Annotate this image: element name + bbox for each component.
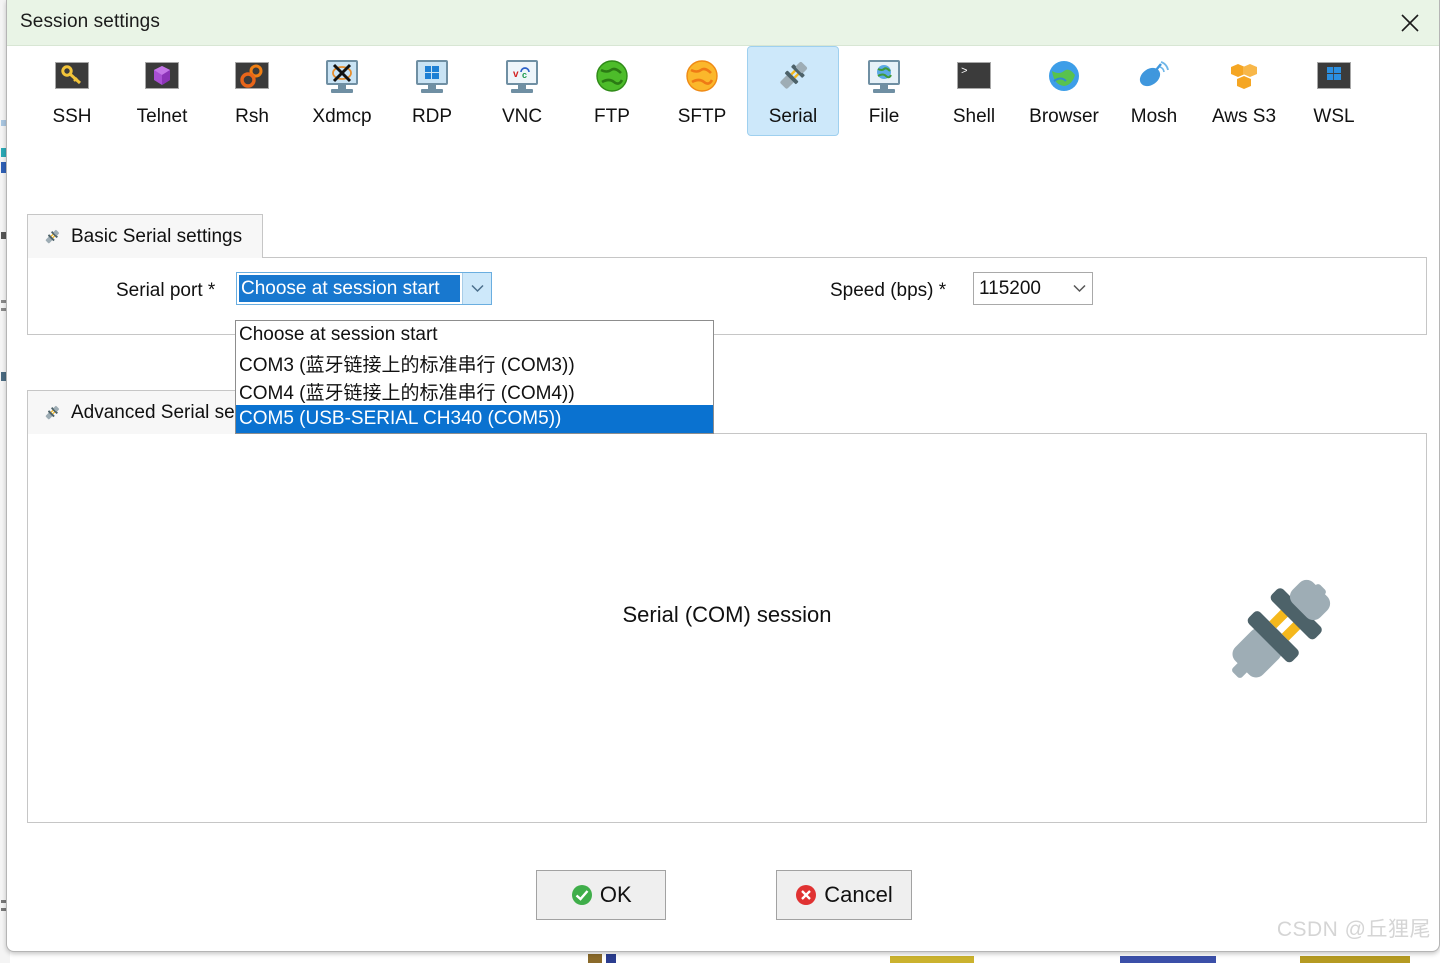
- host-bottom-fleck: [1120, 956, 1216, 963]
- mosh-dish-icon: [1134, 56, 1174, 96]
- ftp-globe-icon: [592, 56, 632, 96]
- ok-label: OK: [599, 882, 632, 907]
- session-type-wsl[interactable]: WSL: [1289, 46, 1379, 136]
- session-type-label: Mosh: [1130, 106, 1178, 127]
- session-type-label: SSH: [52, 106, 92, 127]
- cancel-label: Cancel: [824, 882, 893, 907]
- session-type-rdp[interactable]: RDP: [387, 46, 477, 136]
- dropdown-option[interactable]: Choose at session start: [236, 321, 713, 349]
- aws-s3-cubes-icon: [1224, 56, 1264, 96]
- dropdown-option[interactable]: COM3 (蓝牙链接上的标准串行 (COM3)): [236, 349, 713, 377]
- ok-button[interactable]: OK: [536, 870, 667, 920]
- serial-plug-illustration: [1214, 566, 1344, 696]
- telnet-cube-icon: [142, 56, 182, 96]
- session-type-label: Shell: [952, 106, 996, 127]
- rsh-gears-icon: [232, 56, 272, 96]
- advanced-settings-body: Serial (COM) session: [27, 433, 1427, 823]
- session-type-label: WSL: [1313, 106, 1355, 127]
- session-type-label: FTP: [594, 106, 630, 127]
- serial-plug-icon: [773, 56, 813, 96]
- session-type-aws-s3[interactable]: Aws S3: [1199, 46, 1289, 136]
- file-monitor-icon: [864, 56, 904, 96]
- session-type-label: VNC: [501, 106, 543, 127]
- plug-icon: [45, 229, 60, 243]
- session-type-label: Rsh: [235, 106, 269, 127]
- browser-globe-icon: [1044, 56, 1084, 96]
- session-type-toolbar: SSH Telnet Rsh Xdmcp RDP v c VNC FTP SFT…: [7, 46, 1439, 168]
- session-type-serial[interactable]: Serial: [747, 46, 839, 136]
- svg-text:>: >: [961, 66, 968, 78]
- session-type-label: Serial: [768, 106, 818, 127]
- svg-text:c: c: [522, 70, 527, 80]
- session-type-label: SFTP: [677, 106, 727, 127]
- dialog-button-row: OK Cancel: [7, 870, 1439, 920]
- host-bottom-fleck: [606, 954, 616, 963]
- speed-select[interactable]: 115200: [973, 272, 1093, 305]
- session-type-label: File: [868, 106, 900, 127]
- tab-basic-serial-settings[interactable]: Basic Serial settings: [27, 214, 264, 258]
- host-bottom-fleck: [890, 956, 974, 963]
- shell-terminal-icon: >: [954, 56, 994, 96]
- speed-value: 115200: [979, 277, 1041, 299]
- serial-port-label: Serial port *: [116, 280, 216, 301]
- ssh-key-icon: [52, 56, 92, 96]
- dialog-titlebar: Session settings: [7, 0, 1439, 46]
- cancel-button[interactable]: Cancel: [776, 870, 912, 920]
- plug-icon: [45, 405, 60, 419]
- session-type-file[interactable]: File: [839, 46, 929, 136]
- dropdown-option-selected[interactable]: COM5 (USB-SERIAL CH340 (COM5)): [236, 405, 713, 433]
- sftp-globe-icon: [682, 56, 722, 96]
- vnc-monitor-icon: v c: [502, 56, 542, 96]
- chevron-down-icon[interactable]: [462, 273, 491, 304]
- x-circle-icon: [796, 885, 817, 905]
- session-type-mosh[interactable]: Mosh: [1109, 46, 1199, 136]
- session-type-telnet[interactable]: Telnet: [117, 46, 207, 136]
- host-bottom-fleck: [588, 954, 602, 963]
- check-circle-icon: [571, 885, 592, 905]
- dialog-title: Session settings: [20, 11, 160, 32]
- session-type-ssh[interactable]: SSH: [27, 46, 117, 136]
- svg-text:v: v: [513, 69, 519, 80]
- session-type-vnc[interactable]: v c VNC: [477, 46, 567, 136]
- session-type-rsh[interactable]: Rsh: [207, 46, 297, 136]
- watermark: CSDN @丘狸尾: [1276, 918, 1431, 941]
- serial-port-dropdown-list[interactable]: Choose at session start COM3 (蓝牙链接上的标准串行…: [235, 320, 714, 434]
- session-type-browser[interactable]: Browser: [1019, 46, 1109, 136]
- speed-label: Speed (bps) *: [830, 280, 947, 301]
- rdp-monitor-icon: [412, 56, 452, 96]
- advanced-serial-settings-panel: Advanced Serial settings Serial (COM) se…: [27, 390, 1427, 823]
- host-bottom-strip: [560, 953, 1440, 963]
- session-type-shell[interactable]: > Shell: [929, 46, 1019, 136]
- basic-serial-settings-panel: Basic Serial settings Serial port * Choo…: [27, 214, 1427, 335]
- session-type-label: Telnet: [136, 106, 188, 127]
- dropdown-option[interactable]: COM4 (蓝牙链接上的标准串行 (COM4)): [236, 377, 713, 405]
- tab-label: Basic Serial settings: [71, 225, 243, 247]
- session-type-label: Xdmcp: [312, 106, 372, 127]
- session-type-label: Browser: [1029, 106, 1099, 127]
- session-type-label: Aws S3: [1211, 106, 1277, 127]
- session-type-xdmcp[interactable]: Xdmcp: [297, 46, 387, 136]
- session-type-sftp[interactable]: SFTP: [657, 46, 747, 136]
- session-type-ftp[interactable]: FTP: [567, 46, 657, 136]
- session-settings-dialog: Session settings SSH Telnet Rsh Xdmcp RD…: [6, 0, 1440, 952]
- serial-port-value: Choose at session start: [239, 275, 460, 302]
- close-icon[interactable]: [1381, 0, 1439, 45]
- serial-port-select[interactable]: Choose at session start: [236, 272, 492, 305]
- host-bottom-fleck: [1300, 956, 1410, 963]
- chevron-down-icon[interactable]: [1066, 284, 1092, 293]
- session-type-label: RDP: [411, 106, 453, 127]
- xdmcp-monitor-icon: [322, 56, 362, 96]
- wsl-windows-icon: [1314, 56, 1354, 96]
